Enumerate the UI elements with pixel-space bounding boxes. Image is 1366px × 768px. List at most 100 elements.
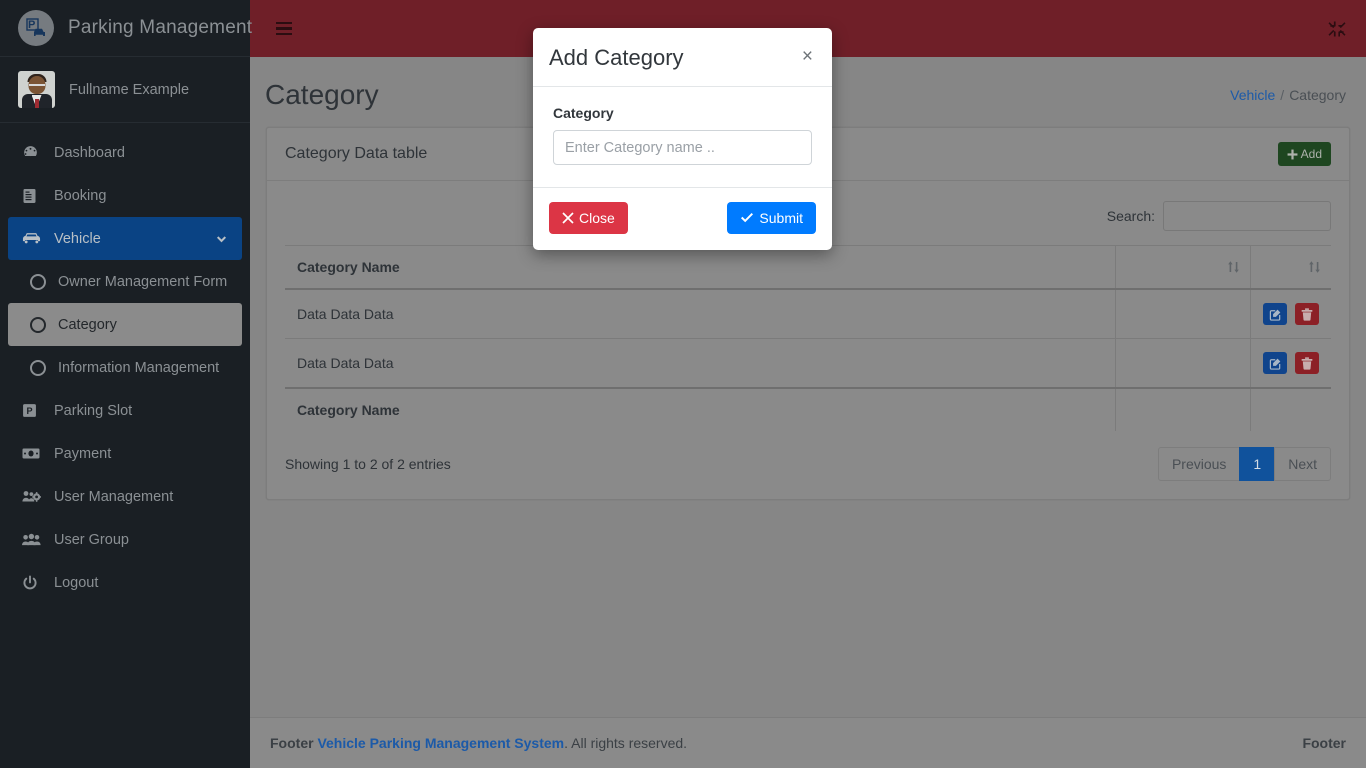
sidebar-item-label: User Group <box>54 531 129 548</box>
breadcrumb: Vehicle / Category <box>1230 87 1346 103</box>
cell-actions <box>1250 289 1331 339</box>
parking-car-logo-icon: P <box>18 10 54 46</box>
card-title: Category Data table <box>285 145 428 162</box>
sidebar-item-label: Payment <box>54 445 112 462</box>
plus-icon <box>1287 149 1298 160</box>
sidebar-item-label: Logout <box>54 574 99 591</box>
sidebar-item-logout[interactable]: Logout <box>0 561 250 604</box>
footer-secondary <box>1115 387 1251 431</box>
page-title: Category <box>265 79 379 110</box>
column-header-secondary[interactable] <box>1115 245 1251 290</box>
column-header-category-name[interactable]: Category Name <box>285 245 1116 290</box>
sidebar-item-user-group[interactable]: User Group <box>0 518 250 561</box>
car-icon <box>22 231 48 246</box>
modal-submit-button[interactable]: Submit <box>727 202 816 234</box>
sort-arrows-icon <box>1308 260 1321 274</box>
modal-body: Category <box>533 87 832 187</box>
footer-link[interactable]: Vehicle Parking Management System <box>317 735 564 751</box>
user-panel[interactable]: Fullname Example <box>0 57 250 123</box>
breadcrumb-link-vehicle[interactable]: Vehicle <box>1230 87 1275 103</box>
footer-prefix: Footer <box>270 735 314 751</box>
avatar <box>18 71 55 108</box>
breadcrumb-separator: / <box>1280 87 1285 103</box>
sidebar-item-category[interactable]: Category <box>8 303 242 346</box>
datatable-footer: Showing 1 to 2 of 2 entries Previous 1 N… <box>285 431 1331 487</box>
sidebar-item-label: Category <box>58 316 117 333</box>
table-body: Data Data Data Data Data Data <box>285 289 1331 389</box>
footer-category-name: Category Name <box>285 387 1116 431</box>
sidebar: P Parking Management Fullname Example Da… <box>0 0 253 768</box>
times-icon <box>562 212 574 224</box>
pagination-next[interactable]: Next <box>1274 447 1331 481</box>
edit-row-button[interactable] <box>1263 303 1288 325</box>
circle-icon <box>30 316 46 333</box>
search-label: Search: <box>1106 208 1155 224</box>
sidebar-item-label: Dashboard <box>54 144 125 161</box>
check-icon <box>740 212 754 224</box>
trash-icon <box>1301 307 1313 321</box>
fullscreen-toggle-button[interactable] <box>1328 20 1346 38</box>
table-row: Data Data Data <box>285 338 1331 389</box>
add-category-modal: Add Category × Category Close <box>533 28 832 250</box>
delete-row-button[interactable] <box>1294 352 1319 374</box>
sidebar-item-label: Booking <box>54 187 107 204</box>
sidebar-item-label: Owner Management Form <box>58 273 228 290</box>
table-header-row: Category Name <box>285 245 1331 290</box>
dashboard-icon <box>22 144 48 161</box>
sidebar-item-owner-management-form[interactable]: Owner Management Form <box>0 260 250 303</box>
pagination-page-1[interactable]: 1 <box>1239 447 1276 481</box>
compress-icon <box>1328 20 1346 38</box>
table-footer-row: Category Name <box>285 387 1331 431</box>
sidebar-item-label: Information Management <box>58 359 220 376</box>
sidebar-item-label: Parking Slot <box>54 402 133 419</box>
user-name: Fullname Example <box>69 81 190 98</box>
sidebar-item-label: User Management <box>54 488 174 505</box>
brand-title: Parking Management <box>68 17 253 38</box>
svg-text:P: P <box>28 19 35 31</box>
sidebar-nav: Dashboard Booking Vehicle Owner Manageme… <box>0 123 250 604</box>
breadcrumb-current: Category <box>1289 87 1346 103</box>
modal-footer: Close Submit <box>533 187 832 250</box>
edit-row-button[interactable] <box>1263 352 1288 374</box>
footer-actions <box>1250 387 1331 431</box>
sidebar-item-booking[interactable]: Booking <box>0 174 250 217</box>
add-button-label: Add <box>1300 147 1322 161</box>
cell-category-name: Data Data Data <box>285 289 1116 339</box>
edit-pencil-icon <box>1269 357 1282 370</box>
book-icon <box>22 188 48 204</box>
delete-row-button[interactable] <box>1294 303 1319 325</box>
sidebar-item-label: Vehicle <box>54 230 101 247</box>
sidebar-item-information-management[interactable]: Information Management <box>0 346 250 389</box>
column-header-actions[interactable] <box>1250 245 1331 290</box>
sidebar-item-user-management[interactable]: User Management <box>0 475 250 518</box>
sort-arrows-icon <box>1227 260 1240 274</box>
pagination: Previous 1 Next <box>1157 447 1331 481</box>
hamburger-icon[interactable] <box>272 18 296 40</box>
sidebar-brand[interactable]: P Parking Management <box>0 0 253 57</box>
sidebar-item-vehicle[interactable]: Vehicle <box>8 217 242 260</box>
chevron-down-icon <box>215 232 228 245</box>
category-field-label: Category <box>553 105 614 121</box>
modal-submit-button-label: Submit <box>759 210 803 226</box>
add-category-button[interactable]: Add <box>1277 142 1331 166</box>
circle-icon <box>30 359 46 376</box>
sidebar-item-parking-slot[interactable]: P Parking Slot <box>0 389 250 432</box>
modal-header: Add Category × <box>533 28 832 87</box>
app-root: P Parking Management Fullname Example Da… <box>0 0 1366 768</box>
parking-square-icon: P <box>22 403 48 418</box>
modal-close-button[interactable]: Close <box>549 202 628 234</box>
entries-info: Showing 1 to 2 of 2 entries <box>285 456 451 472</box>
modal-close-icon[interactable]: × <box>800 45 815 66</box>
money-bill-icon <box>22 447 48 460</box>
cell-category-name: Data Data Data <box>285 338 1116 389</box>
users-icon <box>22 533 48 547</box>
page-footer: Footer Vehicle Parking Management System… <box>250 717 1366 768</box>
category-name-input[interactable] <box>553 130 812 165</box>
cell-secondary <box>1115 289 1251 339</box>
pagination-previous[interactable]: Previous <box>1157 447 1241 481</box>
table-foot: Category Name <box>285 387 1331 431</box>
sidebar-item-dashboard[interactable]: Dashboard <box>0 131 250 174</box>
sidebar-item-payment[interactable]: Payment <box>0 432 250 475</box>
footer-suffix: . All rights reserved. <box>564 735 688 751</box>
search-input[interactable] <box>1163 201 1331 231</box>
